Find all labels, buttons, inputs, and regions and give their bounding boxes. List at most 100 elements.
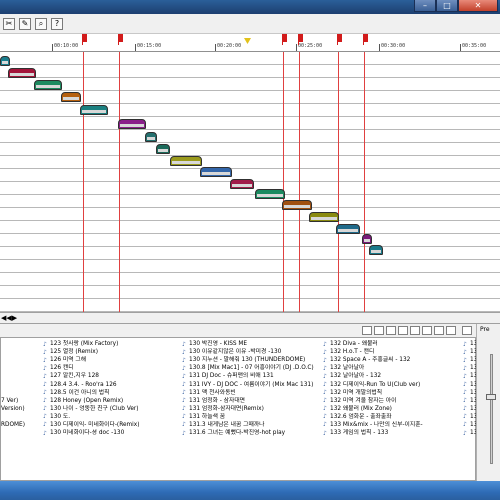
track-clip[interactable] <box>0 56 10 66</box>
list-item[interactable]: Version) <box>1 405 25 413</box>
list-tool-button[interactable] <box>410 326 420 335</box>
track-clip[interactable] <box>336 224 360 234</box>
list-item[interactable]: 7 Ver) <box>1 397 25 405</box>
list-item[interactable]: ♪ 130 미네화이다-셩 doc -130 <box>43 429 139 437</box>
list-item[interactable]: ♪ 131 DJ Doc - 슈퍼맨의 비애 131 <box>182 372 314 380</box>
list-item[interactable]: ♪ 125 열정 (Remix) <box>43 348 139 356</box>
marker-flag-icon[interactable] <box>298 34 303 45</box>
list-item[interactable] <box>1 340 25 348</box>
track-clip[interactable] <box>156 144 170 154</box>
list-item[interactable]: RDOME) <box>1 421 25 429</box>
marker-flag-icon[interactable] <box>118 34 123 45</box>
list-item[interactable]: ♪ 132 왜불러 (Mix Zone) <box>323 405 423 413</box>
list-item[interactable]: ♪ 123 첫사랑 (Mix Factory) <box>43 340 139 348</box>
list-item[interactable]: ♪ 132 Space A - 주홍글씨 - 132 <box>323 356 423 364</box>
list-item[interactable]: ♪ 127 알킨,지우 128 <box>43 372 139 380</box>
marker-flag-icon[interactable] <box>337 34 342 45</box>
list-item[interactable]: ♪ 128 Honey (Open Remix) <box>43 397 139 405</box>
track-area[interactable] <box>0 52 500 312</box>
track-clip[interactable] <box>61 92 81 102</box>
list-item[interactable]: ♪ 130 도. <box>43 413 139 421</box>
track-clip[interactable] <box>170 156 202 166</box>
list-item-label: 132.6 엄화운 - 출좌출좌 <box>330 413 392 420</box>
list-item[interactable]: ♪ 131 IVY - DJ DOC - 여름이야기 (Mix Mac 131) <box>182 380 314 388</box>
list-tool-button[interactable] <box>446 326 456 335</box>
list-item[interactable]: ♪ 131 엄정화 - 삼자대면 <box>182 397 314 405</box>
list-item-label: RDOME) <box>1 421 25 428</box>
music-note-icon: ♪ <box>463 429 467 437</box>
list-item[interactable]: ♪ 130 지누션 - 말해줘 130 (THUNDERDOME) <box>182 356 314 364</box>
playhead-icon[interactable] <box>244 38 251 44</box>
list-item[interactable]: ♪ 131.6 그녀는 예뻤다-박진영-hot play <box>182 429 314 437</box>
track-clip[interactable] <box>309 212 339 222</box>
list-item[interactable] <box>1 356 25 364</box>
list-item[interactable]: ♪ 132 디제이익-Run To U(Club ver) <box>323 380 423 388</box>
playlist-panel[interactable]: 7 Ver) Version) RDOME) ♪ 123 첫사랑 (Mix Factor… <box>0 337 481 481</box>
track-clip[interactable] <box>8 68 36 78</box>
list-item[interactable] <box>1 413 25 421</box>
list-item[interactable] <box>1 389 25 397</box>
list-item[interactable]: ♪ 131 하늘색 꿈 <box>182 413 314 421</box>
list-item[interactable] <box>1 364 25 372</box>
list-item[interactable]: ♪ 132 미역 개말의법칙 <box>323 389 423 397</box>
list-item[interactable]: ♪ 132 날아날아 <box>323 364 423 372</box>
music-note-icon: ♪ <box>463 381 467 389</box>
list-item[interactable] <box>1 348 25 356</box>
list-item[interactable]: ♪ 126 미역 그해 <box>43 356 139 364</box>
track-clip[interactable] <box>230 179 254 189</box>
minimize-button[interactable]: – <box>414 0 436 12</box>
list-tool-button[interactable] <box>462 326 472 335</box>
list-tool-button[interactable] <box>362 326 372 335</box>
marker-flag-icon[interactable] <box>363 34 368 45</box>
maximize-button[interactable]: □ <box>436 0 458 12</box>
marker-line <box>299 52 300 312</box>
list-item[interactable]: ♪ 130.8 [Mix Mac1] - 07 어흥이야기 (DJ .D.O.C) <box>182 364 314 372</box>
list-item[interactable] <box>1 380 25 388</box>
list-item[interactable]: ♪ 128.5 이건 아니의 법칙 <box>43 389 139 397</box>
list-tool-button[interactable] <box>422 326 432 335</box>
list-item[interactable]: ♪ 131 엄정화-삼자대면(Remix) <box>182 405 314 413</box>
close-button[interactable]: ✕ <box>458 0 498 12</box>
track-clip[interactable] <box>369 245 383 255</box>
volume-slider-track[interactable] <box>490 354 493 464</box>
track-clip[interactable] <box>362 234 372 244</box>
list-item[interactable]: ♪ 126 캔디 <box>43 364 139 372</box>
list-item[interactable]: ♪ 132 날아날아 - 132 <box>323 372 423 380</box>
list-item-label: 127 알킨,지우 128 <box>50 373 99 380</box>
list-item[interactable]: ♪ 130 디제이익- 미네화이다-(Remix) <box>43 421 139 429</box>
list-item[interactable] <box>1 429 25 437</box>
list-item[interactable]: ♪ 132 H.o.T - 캔디 <box>323 348 423 356</box>
marker-flag-icon[interactable] <box>82 34 87 45</box>
list-item[interactable]: ♪ 133 게임의 법칙 - 133 <box>323 429 423 437</box>
list-tool-button[interactable] <box>434 326 444 335</box>
list-item[interactable] <box>1 372 25 380</box>
timeline-ruler[interactable]: 00:10:00 00:15:00 00:20:00 00:25:00 00:30:00… <box>0 34 500 52</box>
track-clip[interactable] <box>282 200 312 210</box>
list-tool-button[interactable] <box>374 326 384 335</box>
list-tool-button[interactable] <box>398 326 408 335</box>
track-clip[interactable] <box>118 119 146 129</box>
scroll-arrows-icon[interactable]: ◀◀▶ <box>1 314 17 322</box>
list-item[interactable]: ♪ 130 이유같지않은 이유 -박미경 -130 <box>182 348 314 356</box>
track-clip[interactable] <box>200 167 232 177</box>
list-item[interactable]: ♪ 132.6 엄화운 - 출좌출좌 <box>323 413 423 421</box>
list-item[interactable]: ♪ 132 미역 겨울 참자는 아이 <box>323 397 423 405</box>
track-clip[interactable] <box>34 80 62 90</box>
zoom-icon[interactable]: ⌕ <box>35 17 47 30</box>
track-clip[interactable] <box>255 189 285 199</box>
pencil-icon[interactable]: ✎ <box>19 17 31 30</box>
list-item[interactable]: ♪ 133 Mix&mix - 나만의 신부-이지훈- <box>323 421 423 429</box>
marker-flag-icon[interactable] <box>282 34 287 45</box>
track-clip[interactable] <box>80 105 108 115</box>
list-item[interactable]: ♪ 128.4 3.4. - Roo'ra 126 <box>43 380 139 388</box>
volume-slider-thumb[interactable] <box>486 394 496 400</box>
list-item[interactable]: ♪ 130 박진영 - KISS ME <box>182 340 314 348</box>
question-icon[interactable]: ? <box>51 17 63 30</box>
scissors-icon[interactable]: ✂ <box>3 17 15 30</box>
list-item[interactable]: ♪ 130 나이 - 엉뚱한 친구 (Club Ver) <box>43 405 139 413</box>
list-item[interactable]: ♪ 132 Diva - 왜불러 <box>323 340 423 348</box>
track-clip[interactable] <box>145 132 157 142</box>
list-tool-button[interactable] <box>386 326 396 335</box>
list-item[interactable]: ♪ 131.3 내게남은 내꿈 그때까나 <box>182 421 314 429</box>
list-item[interactable]: ♪ 131 맥 천사와동빈 <box>182 389 314 397</box>
